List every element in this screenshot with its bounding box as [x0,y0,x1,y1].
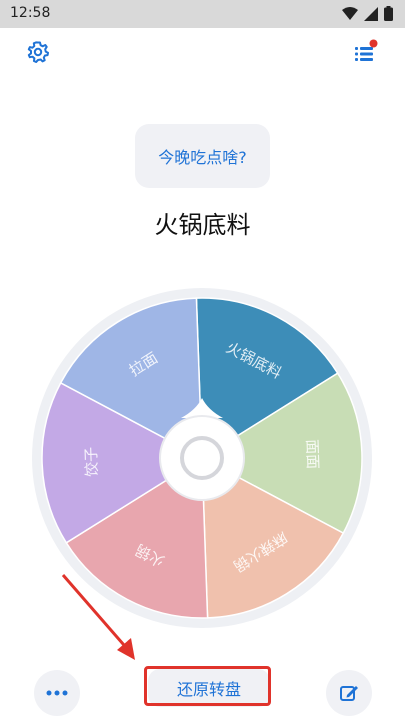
edit-button[interactable] [326,670,372,716]
signal-icon [364,6,378,21]
battery-icon [384,6,393,21]
gear-icon [27,41,49,63]
question-card[interactable]: 今晚吃点啥? [135,124,270,188]
history-list-button[interactable] [345,32,385,72]
status-bar: 12:58 [0,0,405,28]
list-icon [355,39,378,61]
restore-wheel-label: 还原转盘 [176,680,241,699]
restore-wheel-button[interactable]: 还原转盘 [148,669,270,707]
wifi-icon [342,6,358,20]
edit-icon [340,686,358,701]
status-icons [342,6,393,21]
settings-button[interactable] [18,32,58,72]
status-time: 12:58 [10,5,51,21]
more-icon [46,690,68,696]
notification-dot [369,39,378,48]
more-button[interactable] [34,670,80,716]
wheel-slice-label: 面面 [303,439,322,470]
wheel-slice-label: 饺子 [82,447,101,478]
wheel-center-knob [180,436,224,480]
result-title: 火锅底料 [154,211,251,239]
red-arrow-annotation [61,574,135,660]
question-text: 今晚吃点啥? [158,148,247,167]
